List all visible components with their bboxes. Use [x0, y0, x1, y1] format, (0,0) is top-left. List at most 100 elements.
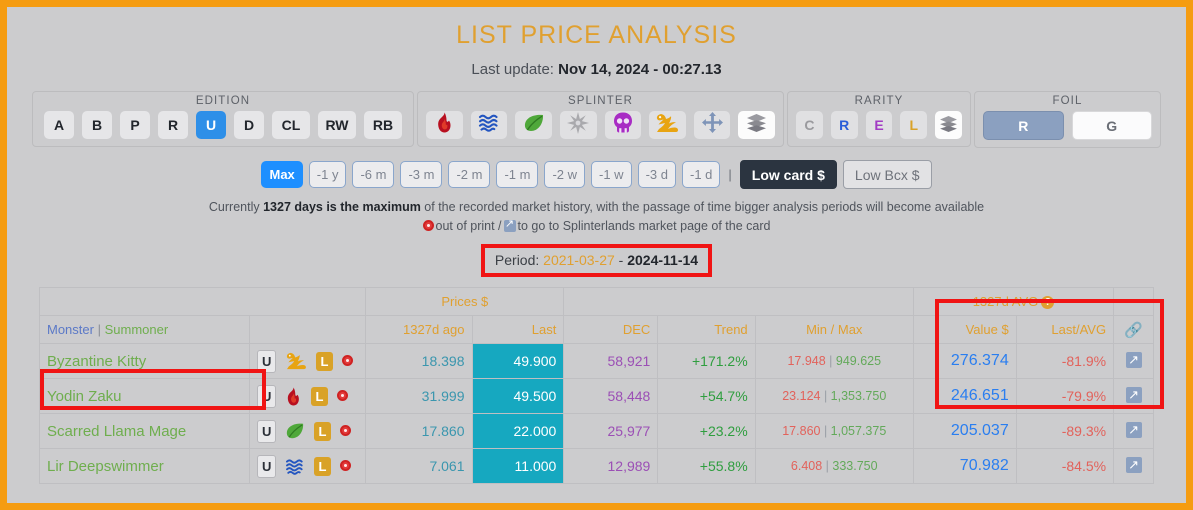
period-button-max[interactable]: Max [261, 161, 303, 188]
row-min: 6.408 [790, 459, 823, 473]
row-market-link[interactable] [1113, 378, 1154, 414]
edition-title: EDITION [195, 95, 251, 107]
period-badge: Period: 2021-03-27 - 2024-11-14 [480, 244, 713, 277]
rarity-title: RARITY [854, 95, 904, 107]
table-row[interactable]: Yodin Zaku U L 31.999 49.500 58,448 +54.… [38, 378, 1154, 414]
row-minmax: 6.408 | 333.750 [754, 448, 914, 484]
row-attributes: U L [249, 413, 367, 449]
column-header-ago[interactable]: 1327d ago [365, 315, 473, 344]
row-trend: +23.2% [657, 413, 756, 449]
rarity-button-rare[interactable]: R [830, 111, 858, 139]
column-header-value[interactable]: Value $ [912, 315, 1017, 344]
foil-button-regular[interactable]: R [983, 111, 1064, 140]
edition-button-cl[interactable]: CL [272, 111, 310, 139]
row-dec: 58,448 [563, 378, 659, 414]
table-row[interactable]: Scarred Llama Mage U L 17.860 22.000 25,… [38, 413, 1154, 449]
table-row[interactable]: Lir Deepswimmer U L 7.061 11.000 12,989 … [38, 448, 1154, 484]
period-button-1w[interactable]: -1 w [591, 161, 632, 188]
row-market-link[interactable] [1113, 448, 1154, 484]
edition-badge: U [257, 419, 277, 443]
market-link-icon[interactable] [1125, 386, 1142, 403]
low-card-button[interactable]: Low card $ [739, 160, 837, 189]
rarity-button-legendary[interactable]: L [900, 111, 928, 139]
column-header-dec[interactable]: DEC [563, 315, 659, 344]
market-link-icon [503, 217, 516, 232]
splinter-button-dragon[interactable] [649, 111, 686, 139]
market-link-icon[interactable] [1125, 421, 1142, 438]
column-header-lastavg[interactable]: Last/AVG [1015, 315, 1115, 344]
water-icon [285, 457, 309, 475]
splinter-button-water[interactable] [470, 111, 508, 139]
last-update: Last update: Nov 14, 2024 - 00:27.13 [7, 61, 1186, 78]
chain-link-icon: 🔗 [1124, 321, 1143, 339]
out-of-print-icon [341, 354, 353, 366]
group-header-avg-label: 1327d AVG [972, 294, 1039, 309]
rarity-button-all[interactable] [935, 111, 962, 139]
row-card-name[interactable]: Scarred Llama Mage [38, 413, 251, 449]
filters-row: EDITION A B P R U D CL RW RB SPLINTER RA… [32, 91, 1161, 148]
column-header-summoner[interactable]: Summoner [105, 322, 169, 337]
column-header-last[interactable]: Last [471, 315, 565, 344]
period-button-1y[interactable]: -1 y [308, 161, 347, 188]
edition-badge: U [257, 384, 277, 408]
foil-buttons: R G [983, 111, 1152, 140]
rarity-buttons: C R E L [796, 111, 962, 139]
rarity-panel: RARITY C R E L [787, 91, 971, 147]
row-avg-value: 205.037 [912, 413, 1017, 449]
market-link-icon[interactable] [1125, 351, 1142, 368]
row-price-ago: 7.061 [365, 448, 473, 484]
edition-button-p[interactable]: P [120, 111, 150, 139]
table-row[interactable]: Byzantine Kitty U L 18.398 49.900 58,921… [38, 343, 1154, 379]
period-start: 2021-03-27 [543, 252, 615, 268]
row-card-name[interactable]: Yodin Zaku [38, 378, 251, 414]
row-card-name[interactable]: Lir Deepswimmer [38, 448, 251, 484]
row-price-ago: 18.398 [365, 343, 473, 379]
period-button-3d[interactable]: -3 d [637, 161, 676, 188]
edition-button-rb[interactable]: RB [364, 111, 402, 139]
water-icon [478, 113, 500, 137]
rarity-button-common[interactable]: C [796, 111, 823, 139]
foil-panel: FOIL R G [974, 91, 1161, 148]
death-icon [613, 112, 633, 138]
period-button-6m[interactable]: -6 m [352, 161, 395, 188]
edition-button-b[interactable]: B [82, 111, 112, 139]
row-last-avg: -79.9% [1015, 378, 1115, 414]
help-icon[interactable]: ? [1041, 296, 1055, 309]
period-button-2w[interactable]: -2 w [544, 161, 586, 188]
splinter-button-fire[interactable] [426, 111, 463, 139]
period-button-3m[interactable]: -3 m [400, 161, 443, 188]
edition-button-r[interactable]: R [158, 111, 188, 139]
row-card-name[interactable]: Byzantine Kitty [38, 343, 251, 379]
rarity-button-epic[interactable]: E [865, 111, 893, 139]
period-button-2m[interactable]: -2 m [448, 161, 491, 188]
market-link-icon[interactable] [1125, 456, 1142, 473]
table-group-header-row: Prices $ 1327d AVG? [38, 287, 1154, 316]
period-button-1d[interactable]: -1 d [681, 161, 721, 188]
row-minmax: 17.860 | 1,057.375 [754, 413, 914, 449]
column-header-minmax[interactable]: Min / Max [754, 315, 914, 344]
info-line1-pre: Currently [208, 200, 264, 214]
splinter-button-life[interactable] [559, 111, 597, 139]
row-dec: 58,921 [563, 343, 659, 379]
splinter-button-all[interactable] [738, 111, 775, 139]
rarity-badge: L [313, 456, 331, 476]
low-bcx-button[interactable]: Low Bcx $ [842, 160, 932, 189]
edition-button-rw[interactable]: RW [318, 111, 356, 139]
splinter-button-death[interactable] [604, 111, 642, 139]
edition-button-u[interactable]: U [196, 111, 226, 139]
group-header-empty-mid [563, 287, 914, 316]
edition-button-d[interactable]: D [234, 111, 264, 139]
column-header-trend[interactable]: Trend [657, 315, 756, 344]
row-last-avg: -89.3% [1015, 413, 1115, 449]
row-market-link[interactable] [1113, 413, 1154, 449]
row-trend: +171.2% [657, 343, 756, 379]
period-button-1m[interactable]: -1 m [496, 161, 539, 188]
foil-button-gold[interactable]: G [1071, 111, 1152, 140]
edition-button-a[interactable]: A [44, 111, 74, 139]
row-attributes: U L [249, 448, 367, 484]
splinter-button-neutral[interactable] [693, 111, 731, 139]
row-price-last: 22.000 [471, 413, 565, 449]
column-header-monster[interactable]: Monster [47, 322, 94, 337]
row-market-link[interactable] [1113, 343, 1154, 379]
splinter-button-earth[interactable] [515, 111, 552, 139]
